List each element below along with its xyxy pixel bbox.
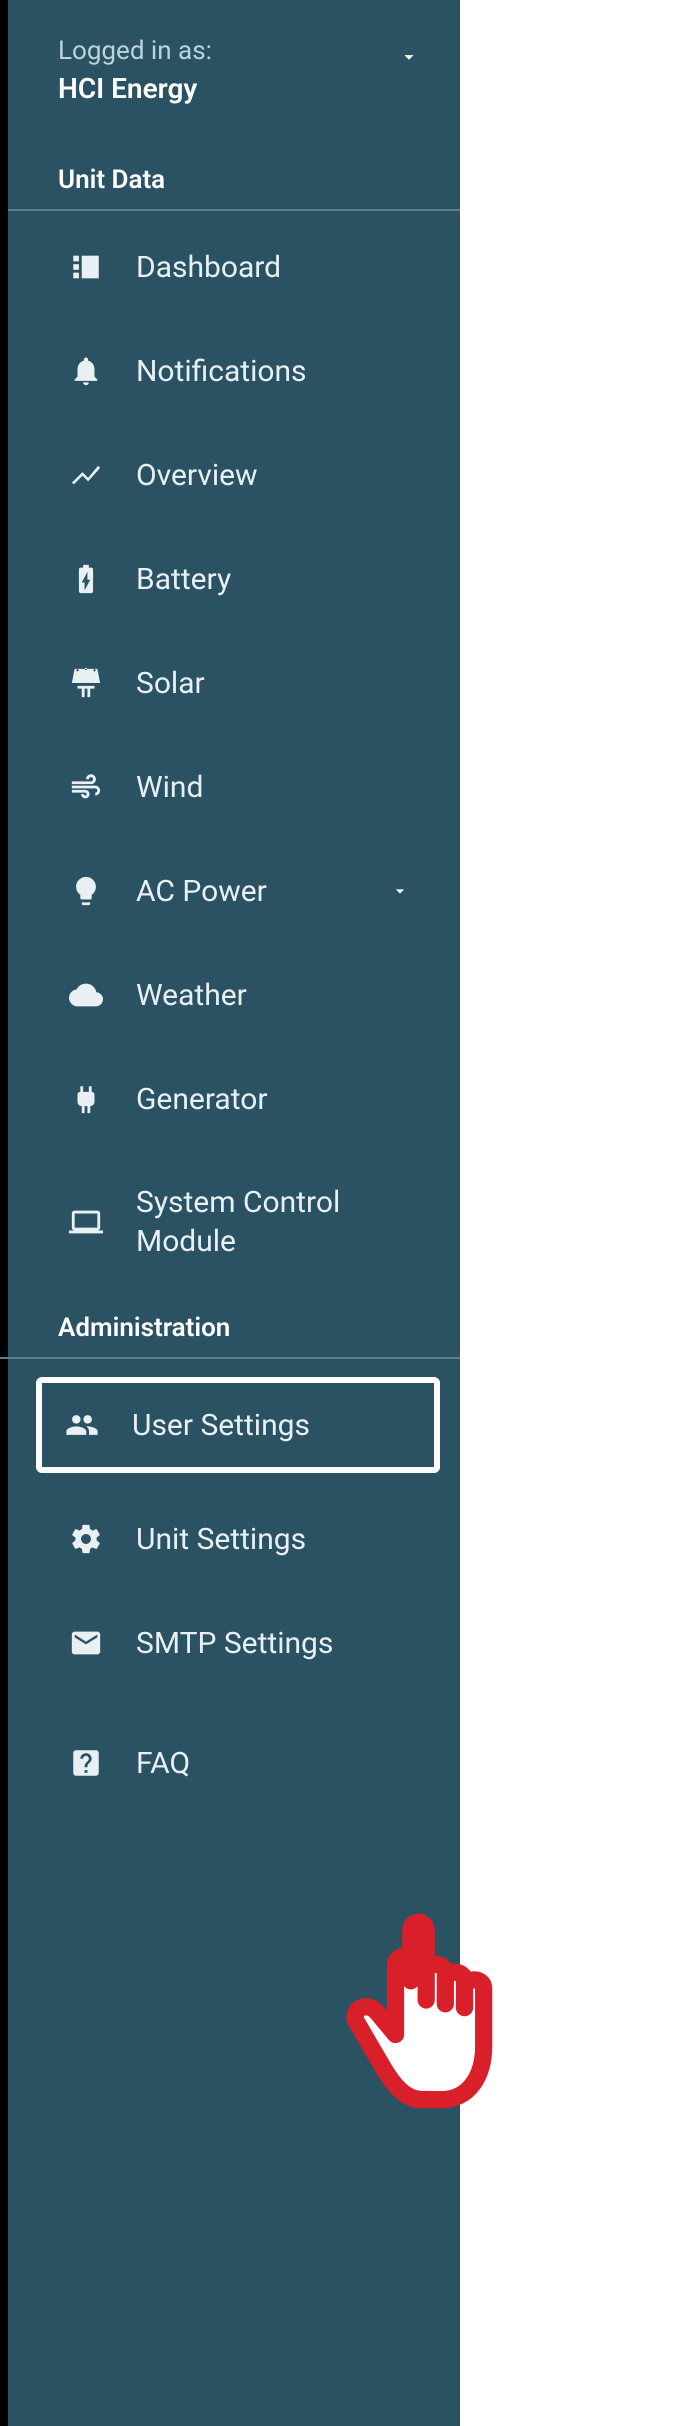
sidebar-item-battery[interactable]: Battery <box>8 527 460 631</box>
sidebar-item-weather[interactable]: Weather <box>0 943 460 1047</box>
login-user: HCI Energy <box>58 72 212 105</box>
caret-down-icon[interactable] <box>398 46 420 72</box>
sidebar-item-ac-power[interactable]: AC Power <box>0 839 460 943</box>
sidebar-item-dashboard[interactable]: Dashboard <box>8 215 460 319</box>
sidebar-item-system-control-module[interactable]: System Control Module <box>0 1151 460 1293</box>
laptop-icon <box>66 1202 106 1242</box>
sidebar-item-label: Battery <box>136 560 410 599</box>
sidebar-item-notifications[interactable]: Notifications <box>8 319 460 423</box>
sidebar: Logged in as: HCI Energy Unit Data Dashb… <box>0 0 460 2426</box>
sidebar-item-unit-settings[interactable]: Unit Settings <box>0 1487 460 1591</box>
sidebar-item-faq[interactable]: FAQ <box>0 1695 460 1815</box>
nav-group-administration: User Settings Unit Settings SMTP Setting… <box>0 1359 460 1815</box>
gear-icon <box>66 1519 106 1559</box>
sidebar-item-label: Generator <box>136 1080 410 1119</box>
section-header-unit-data: Unit Data <box>8 165 460 211</box>
pointer-hand-annotation <box>338 1908 568 2142</box>
sidebar-item-generator[interactable]: Generator <box>0 1047 460 1151</box>
login-text: Logged in as: HCI Energy <box>58 36 212 105</box>
sidebar-item-smtp-settings[interactable]: SMTP Settings <box>0 1591 460 1695</box>
sidebar-item-label: System Control Module <box>136 1183 410 1261</box>
nav-group-unit-data: Dashboard Notifications Overview Battery <box>8 211 460 1293</box>
wind-icon <box>66 767 106 807</box>
sidebar-item-wind[interactable]: Wind <box>8 735 460 839</box>
sidebar-item-label: Weather <box>136 976 410 1015</box>
help-icon <box>66 1743 106 1783</box>
bell-icon <box>66 351 106 391</box>
sidebar-item-label: User Settings <box>132 1406 414 1445</box>
battery-icon <box>66 559 106 599</box>
sidebar-item-overview[interactable]: Overview <box>8 423 460 527</box>
solar-panel-icon <box>66 663 106 703</box>
chart-line-icon <box>66 455 106 495</box>
lightbulb-icon <box>66 871 106 911</box>
sidebar-item-label: Overview <box>136 456 410 495</box>
sidebar-item-label: AC Power <box>136 872 390 911</box>
login-block[interactable]: Logged in as: HCI Energy <box>8 0 460 165</box>
sidebar-item-label: SMTP Settings <box>136 1624 410 1663</box>
plug-icon <box>66 1079 106 1119</box>
sidebar-item-label: Dashboard <box>136 248 410 287</box>
sidebar-item-label: Unit Settings <box>136 1520 410 1559</box>
sidebar-item-user-settings[interactable]: User Settings <box>36 1377 440 1473</box>
dashboard-icon <box>66 247 106 287</box>
sidebar-item-solar[interactable]: Solar <box>8 631 460 735</box>
sidebar-item-label: Notifications <box>136 352 410 391</box>
mail-icon <box>66 1623 106 1663</box>
sidebar-item-label: FAQ <box>136 1744 410 1783</box>
section-header-administration: Administration <box>0 1313 460 1359</box>
cloud-icon <box>66 975 106 1015</box>
sidebar-item-label: Wind <box>136 768 410 807</box>
users-icon <box>62 1405 102 1445</box>
login-prefix: Logged in as: <box>58 36 212 66</box>
caret-down-icon[interactable] <box>390 874 410 909</box>
sidebar-item-label: Solar <box>136 664 410 703</box>
